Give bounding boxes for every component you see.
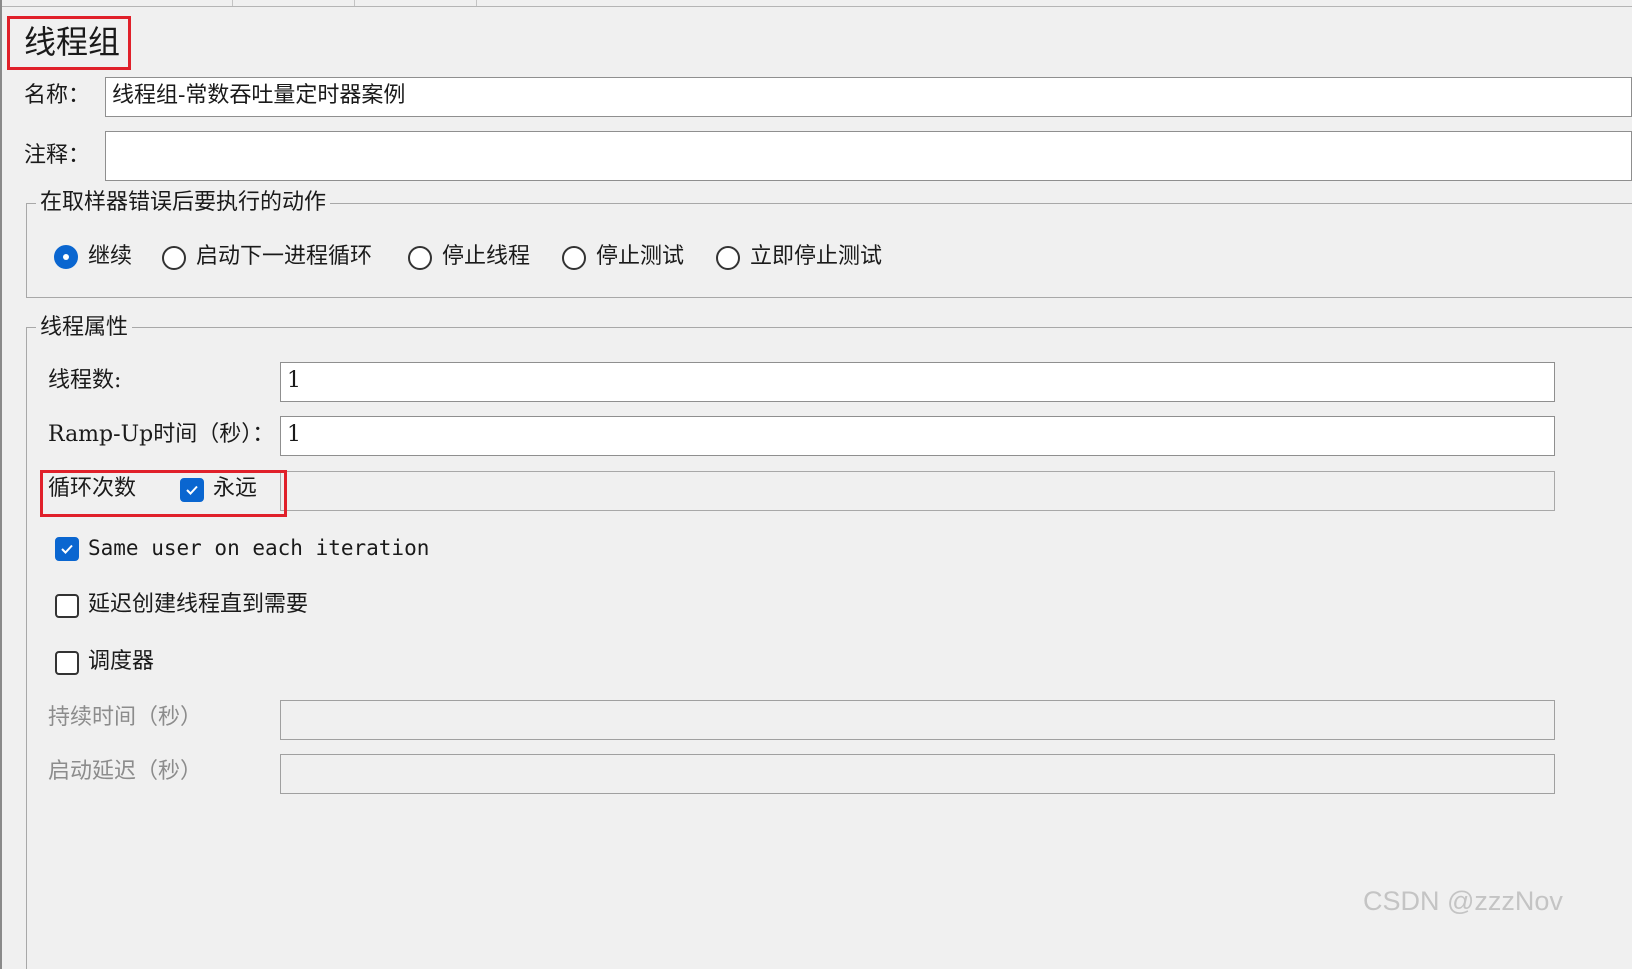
radio-start-next-loop[interactable] bbox=[162, 246, 186, 270]
thread-properties-legend: 线程属性 bbox=[36, 314, 133, 342]
startup-delay-label: 启动延迟（秒） bbox=[48, 759, 203, 784]
scheduler-label[interactable]: 调度器 bbox=[88, 648, 154, 676]
duration-label: 持续时间（秒） bbox=[48, 705, 203, 730]
comment-label: 注释： bbox=[24, 143, 91, 168]
tab-separator bbox=[476, 0, 477, 6]
rampup-input[interactable]: 1 bbox=[280, 416, 1555, 456]
radio-stop-test-now-label[interactable]: 立即停止测试 bbox=[750, 243, 882, 271]
loop-count-input[interactable] bbox=[280, 471, 1555, 511]
top-divider bbox=[0, 6, 1632, 7]
tab-separator bbox=[232, 0, 233, 6]
left-border bbox=[0, 0, 2, 969]
radio-selected-icon bbox=[54, 245, 78, 269]
comment-input[interactable] bbox=[105, 131, 1632, 181]
sampler-error-legend: 在取样器错误后要执行的动作 bbox=[36, 189, 331, 217]
radio-stop-test[interactable] bbox=[562, 246, 586, 270]
threads-input[interactable]: 1 bbox=[280, 362, 1555, 402]
radio-stop-test-now[interactable] bbox=[716, 246, 740, 270]
radio-stop-thread[interactable] bbox=[408, 246, 432, 270]
title-highlight-box bbox=[7, 16, 131, 70]
tab-separator bbox=[354, 0, 355, 6]
radio-stop-thread-label[interactable]: 停止线程 bbox=[442, 243, 530, 271]
same-user-checkbox[interactable] bbox=[55, 537, 79, 561]
name-input[interactable]: 线程组-常数吞吐量定时器案例 bbox=[105, 77, 1632, 117]
loop-highlight-box bbox=[40, 470, 287, 517]
check-icon bbox=[61, 544, 73, 554]
radio-start-next-loop-label[interactable]: 启动下一进程循环 bbox=[196, 243, 372, 271]
delay-create-label[interactable]: 延迟创建线程直到需要 bbox=[88, 591, 308, 619]
rampup-label: Ramp-Up时间（秒）： bbox=[48, 422, 275, 447]
radio-continue[interactable] bbox=[54, 245, 80, 271]
delay-create-checkbox[interactable] bbox=[55, 594, 79, 618]
radio-continue-label[interactable]: 继续 bbox=[88, 243, 132, 271]
radio-stop-test-label[interactable]: 停止测试 bbox=[596, 243, 684, 271]
same-user-label[interactable]: Same user on each iteration bbox=[88, 534, 429, 562]
scheduler-checkbox[interactable] bbox=[55, 651, 79, 675]
duration-input[interactable] bbox=[280, 700, 1555, 740]
threads-label: 线程数: bbox=[48, 368, 122, 393]
startup-delay-input[interactable] bbox=[280, 754, 1555, 794]
watermark-text: CSDN @zzzNov bbox=[1363, 886, 1563, 916]
name-label: 名称： bbox=[24, 83, 91, 108]
